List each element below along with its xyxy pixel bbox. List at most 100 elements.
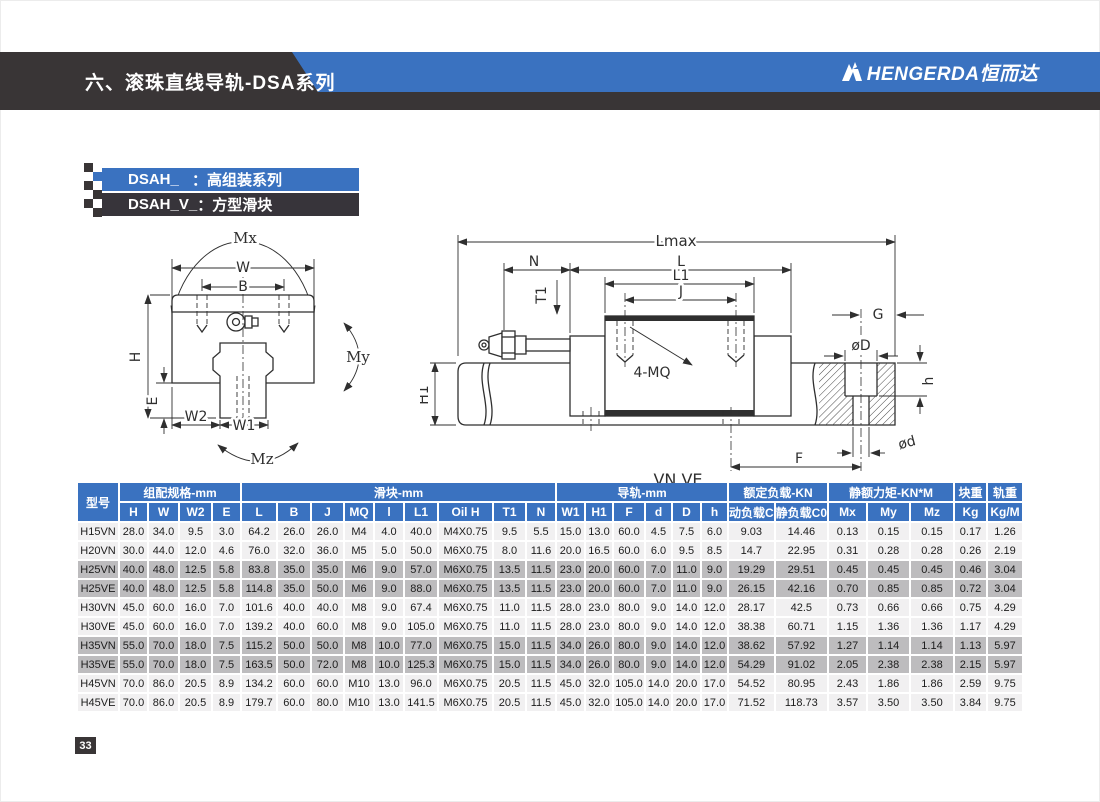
series-desc: ：高组装系列 [192,169,282,190]
table-row: H25VN40.048.012.55.883.835.035.0M69.057.… [78,561,1024,580]
cell: 9.0 [702,561,729,580]
cell: 80.0 [614,599,646,618]
cell: 72.0 [312,656,345,675]
cell: 40.0 [278,599,312,618]
column-header: h [702,503,729,523]
table-row: H25VE40.048.012.55.8114.835.050.0M69.088… [78,580,1024,599]
cell: 40.0 [120,561,149,580]
cell: 80.0 [614,637,646,656]
cell: M6X0.75 [439,618,494,637]
cell: 64.2 [242,523,278,542]
cell: 7.5 [213,656,242,675]
cell: 38.38 [729,618,776,637]
cross-section-diagram: Mx W B H E W2 W1 My Mz [120,215,420,473]
model-cell: H30VE [78,618,120,637]
cell: 12.0 [702,599,729,618]
cell: 32.0 [278,542,312,561]
column-header: J [312,503,345,523]
cell: 10.0 [375,656,405,675]
cell: 0.45 [911,561,955,580]
cell: M6X0.75 [439,561,494,580]
cell: 0.28 [911,542,955,561]
cell: 141.5 [405,694,439,713]
cell: 9.75 [988,675,1024,694]
cell: 50.0 [405,542,439,561]
cell: 9.5 [180,523,213,542]
cell: 9.0 [375,561,405,580]
cell: M5 [345,542,375,561]
cell: 76.0 [242,542,278,561]
cell: 57.0 [405,561,439,580]
cell: 17.0 [702,694,729,713]
cell: 35.0 [278,561,312,580]
cell: M6X0.75 [439,694,494,713]
column-header: B [278,503,312,523]
dim-label-h: H [128,352,144,363]
cell: 2.15 [955,656,988,675]
column-header: l [375,503,405,523]
cell: M4 [345,523,375,542]
cell: M8 [345,599,375,618]
series-label-square-block: DSAH_V_ ：方型滑块 [102,193,359,216]
cell: 18.0 [180,656,213,675]
series-label-high-assembly: DSAH_ ：高组装系列 [102,168,359,191]
cell: 4.5 [646,523,673,542]
cell: 28.0 [557,618,586,637]
column-header: W [149,503,180,523]
cell: 9.0 [646,637,673,656]
cell: 11.5 [527,618,557,637]
dim-label-h1: H1 [420,385,432,404]
cell: 16.5 [586,542,614,561]
cell: M8 [345,656,375,675]
table-row: H35VE55.070.018.07.5163.550.072.0M810.01… [78,656,1024,675]
cell: 9.5 [673,542,702,561]
cell: 80.0 [312,694,345,713]
cell: 12.5 [180,580,213,599]
cell: 11.5 [527,561,557,580]
cell: 14.7 [729,542,776,561]
cell: 45.0 [557,694,586,713]
cell: 91.02 [776,656,829,675]
cell: 60.0 [614,523,646,542]
cell: 7.0 [213,599,242,618]
column-group-header: 导轨-mm [557,483,729,503]
cell: 11.0 [494,599,527,618]
column-header: L [242,503,278,523]
cell: 1.13 [955,637,988,656]
cell: 9.5 [494,523,527,542]
cell: 34.0 [149,523,180,542]
cell: 0.73 [829,599,868,618]
cell: 1.15 [829,618,868,637]
cell: 0.46 [955,561,988,580]
cell: 57.92 [776,637,829,656]
cell: 1.86 [868,675,911,694]
cell: 54.29 [729,656,776,675]
dim-label-e: E [145,397,161,406]
cell: 2.05 [829,656,868,675]
cell: 20.0 [586,561,614,580]
cell: 105.0 [405,618,439,637]
cell: 8.5 [702,542,729,561]
cell: M6 [345,561,375,580]
table-row: H35VN55.070.018.07.5115.250.050.0M810.07… [78,637,1024,656]
cell: 101.6 [242,599,278,618]
dim-label-j: J [678,284,683,300]
cell: 9.75 [988,694,1024,713]
cell: 9.0 [375,618,405,637]
cell: 16.0 [180,618,213,637]
cell: 0.31 [829,542,868,561]
cell: 0.17 [955,523,988,542]
column-header: W1 [557,503,586,523]
cell: 163.5 [242,656,278,675]
cell: 60.0 [278,694,312,713]
cell: 12.0 [702,656,729,675]
cell: 10.0 [375,637,405,656]
cell: 60.0 [312,618,345,637]
cell: 105.0 [614,675,646,694]
cell: M8 [345,618,375,637]
cell: 2.59 [955,675,988,694]
cell: 45.0 [557,675,586,694]
cell: 40.0 [312,599,345,618]
cell: 5.97 [988,637,1024,656]
cell: 28.0 [120,523,149,542]
